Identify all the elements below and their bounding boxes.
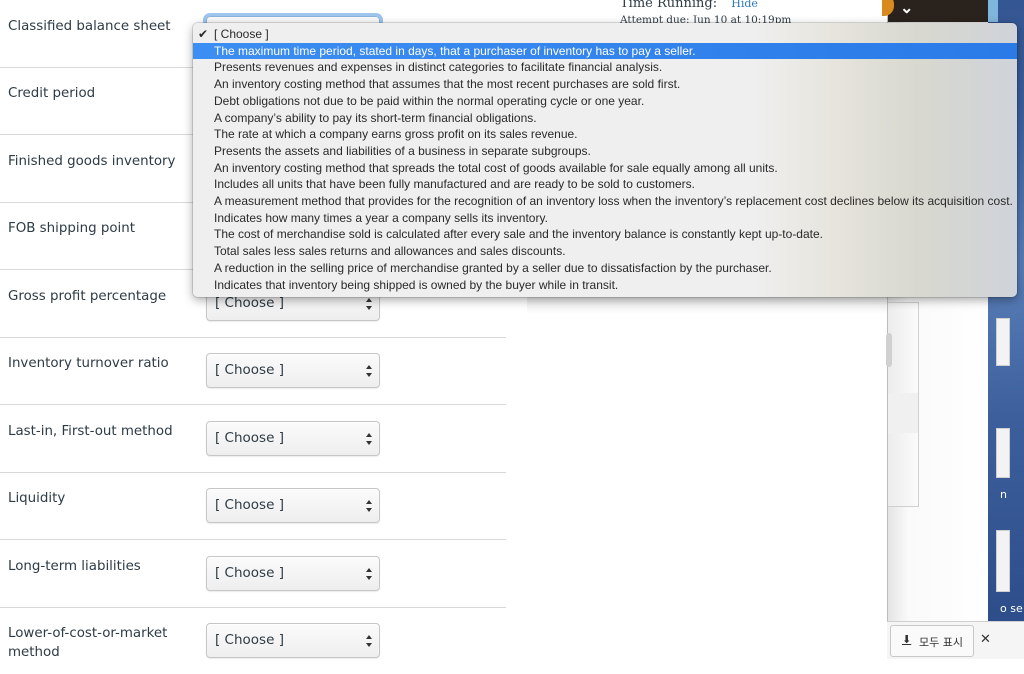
term-label: Liquidity (8, 491, 66, 506)
dropdown-option[interactable]: The maximum time period, stated in days,… (193, 42, 1017, 60)
option-label: A reduction in the selling price of merc… (214, 260, 772, 275)
option-label: The maximum time period, stated in days,… (214, 43, 696, 58)
show-all-button[interactable]: ⬇ 모두 표시 (890, 625, 974, 657)
show-all-label: 모두 표시 (919, 636, 963, 649)
term-label: Inventory turnover ratio (8, 356, 169, 371)
dropdown-option[interactable]: Total sales less sales returns and allow… (193, 243, 1017, 260)
dropdown-option[interactable]: Debt obligations not due to be paid with… (193, 93, 1017, 110)
dropdown-option[interactable]: An inventory costing method that assumes… (193, 76, 1017, 93)
dropdown-option[interactable]: A company’s ability to pay its short-ter… (193, 110, 1017, 127)
avatar (882, 0, 894, 16)
answer-select[interactable]: [ Choose ] (206, 623, 380, 658)
option-label: [ Choose ] (214, 27, 269, 41)
timer: Time Running: Hide (620, 0, 758, 11)
download-icon: ⬇ (902, 633, 912, 646)
window-frame (996, 318, 1010, 366)
option-label: Indicates that inventory being shipped i… (214, 277, 619, 292)
option-label: Presents the assets and liabilities of a… (214, 143, 591, 158)
matching-row: Inventory turnover ratio [ Choose ] (0, 337, 506, 405)
checkmark-icon: ✔ (198, 27, 209, 41)
select-arrows-icon (366, 365, 372, 377)
term-label: FOB shipping point (8, 221, 135, 236)
hide-timer-link[interactable]: Hide (731, 0, 758, 10)
card-band (888, 393, 918, 433)
dropdown-option[interactable]: Indicates how many times a year a compan… (193, 210, 1017, 227)
desktop-text: o se (1000, 602, 1023, 615)
download-bar: ⬇ 모두 표시 ✕ (887, 621, 1024, 659)
option-label: A measurement method that provides for t… (214, 194, 1013, 208)
timer-label: Time Running: (620, 0, 718, 11)
select-arrows-icon (366, 568, 372, 580)
window-frame (996, 530, 1010, 592)
option-label: An inventory costing method that spreads… (214, 160, 778, 175)
option-label: Total sales less sales returns and allow… (214, 244, 566, 259)
dropdown-option[interactable]: ✔ [ Choose ] (193, 26, 1017, 43)
matching-row: Last-in, First-out method [ Choose ] (0, 405, 506, 473)
matching-row: Liquidity [ Choose ] (0, 472, 506, 540)
dropdown-option[interactable]: Includes all units that have been fully … (193, 176, 1017, 193)
term-label: Finished goods inventory (8, 154, 176, 169)
select-arrows-icon (366, 298, 372, 310)
window-frame (996, 428, 1010, 478)
option-label: A company’s ability to pay its short-ter… (214, 110, 537, 125)
term-label: Gross profit percentage (8, 289, 167, 304)
select-value: [ Choose ] (215, 497, 284, 513)
option-label: An inventory costing method that assumes… (214, 77, 681, 92)
matching-row: Lower-of-cost-or-market method [ Choose … (0, 607, 506, 674)
answer-select[interactable]: [ Choose ] (206, 353, 380, 388)
dropdown-option[interactable]: The cost of merchandise sold is calculat… (193, 226, 1017, 243)
dropdown-option[interactable]: Presents revenues and expenses in distin… (193, 59, 1017, 76)
select-value: [ Choose ] (215, 565, 284, 581)
option-label: Indicates how many times a year a compan… (214, 210, 548, 225)
shadow (527, 297, 887, 315)
dropdown-menu: ✔ [ Choose ] The maximum time period, stat… (193, 23, 1017, 297)
window-edge (988, 0, 998, 22)
header-strip: ⌄ (882, 0, 989, 22)
answer-select[interactable]: [ Choose ] (206, 488, 380, 523)
term-label: Long-term liabilities (8, 559, 141, 574)
scrollbar[interactable] (886, 333, 892, 367)
select-arrows-icon (366, 500, 372, 512)
dropdown-option[interactable]: A reduction in the selling price of merc… (193, 260, 1017, 277)
select-value: [ Choose ] (215, 632, 284, 648)
term-label: Credit period (8, 86, 96, 101)
dropdown-option[interactable]: The rate at which a company earns gross … (193, 126, 1017, 143)
term-label: Lower-of-cost-or-market method (8, 626, 168, 660)
select-value: [ Choose ] (215, 430, 284, 446)
option-label: Presents revenues and expenses in distin… (214, 60, 663, 75)
dropdown-option[interactable]: Indicates that inventory being shipped i… (193, 277, 1017, 294)
answer-select[interactable]: [ Choose ] (206, 421, 380, 456)
select-value: [ Choose ] (215, 295, 284, 311)
option-label: Includes all units that have been fully … (214, 177, 695, 192)
side-card (886, 302, 919, 507)
close-icon[interactable]: ✕ (980, 631, 991, 647)
term-label: Classified balance sheet (8, 19, 171, 34)
select-value: [ Choose ] (215, 362, 284, 378)
matching-row: Long-term liabilities [ Choose ] (0, 540, 506, 608)
chevron-down-icon[interactable]: ⌄ (900, 0, 913, 18)
desktop-text: n (1000, 488, 1007, 501)
option-label: Debt obligations not due to be paid with… (214, 93, 645, 108)
option-label: The rate at which a company earns gross … (214, 127, 578, 142)
select-arrows-icon (366, 433, 372, 445)
answer-select[interactable]: [ Choose ] (206, 556, 380, 591)
dropdown-option[interactable]: An inventory costing method that spreads… (193, 160, 1017, 177)
dropdown-option[interactable]: Presents the assets and liabilities of a… (193, 143, 1017, 160)
select-arrows-icon (366, 635, 372, 647)
term-label: Last-in, First-out method (8, 424, 173, 439)
dropdown-option[interactable]: A measurement method that provides for t… (193, 193, 1017, 210)
option-label: The cost of merchandise sold is calculat… (214, 227, 823, 242)
